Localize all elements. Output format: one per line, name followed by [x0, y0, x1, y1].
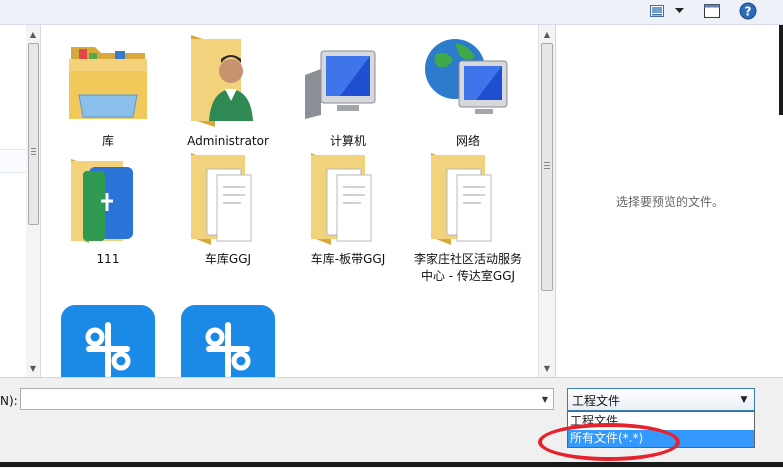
computer-icon: [289, 29, 407, 137]
window-bottom-edge: [0, 462, 783, 467]
file-item-111[interactable]: 111: [49, 147, 167, 277]
help-icon[interactable]: ?: [738, 2, 758, 20]
file-item-garage-ggj[interactable]: 车库GGJ: [169, 147, 287, 277]
chevron-down-icon[interactable]: ▼: [737, 392, 751, 407]
document-folder-icon: [409, 147, 527, 255]
scroll-thumb[interactable]: [28, 43, 39, 225]
file-item-app-shortcut[interactable]: [49, 301, 167, 377]
preview-pane-toggle-icon[interactable]: [703, 2, 721, 20]
nav-scrollbar[interactable]: ▲ ▼: [26, 25, 41, 377]
file-item-label: 李家庄社区活动服务中心 - 传达室GGJ: [413, 252, 522, 283]
file-item-label: 111: [96, 252, 120, 266]
file-list-view[interactable]: 库 Administrator 计算机 网络 111 车库GGJ 车库-板带GG…: [41, 25, 538, 377]
file-item-label: 车库-板带GGJ: [310, 252, 386, 266]
scroll-down-arrow-icon[interactable]: ▼: [26, 361, 40, 375]
document-folder-icon: [169, 147, 287, 255]
filename-input[interactable]: ▼: [20, 388, 554, 410]
filename-label: N):: [0, 394, 18, 408]
library-folder-icon: [49, 29, 167, 137]
filename-history-chevron-icon[interactable]: ▼: [537, 389, 553, 409]
file-item-network[interactable]: 网络: [409, 29, 527, 159]
document-folder-icon: [289, 147, 407, 255]
navigation-pane[interactable]: [0, 25, 27, 377]
file-item-label: 车库GGJ: [204, 252, 252, 266]
file-item-lijiazhuang-ggj[interactable]: 李家庄社区活动服务中心 - 传达室GGJ: [409, 147, 527, 307]
preview-pane: 选择要预览的文件。: [555, 25, 783, 377]
window-edge: [779, 25, 783, 115]
filetype-select[interactable]: 工程文件 ▼: [567, 388, 755, 411]
file-item-administrator[interactable]: Administrator: [169, 29, 287, 159]
view-dropdown-chevron-icon[interactable]: [672, 2, 686, 20]
annotation-highlight-ellipse: [538, 423, 680, 461]
scroll-thumb[interactable]: [541, 43, 553, 291]
app-folder-icon: [49, 147, 167, 255]
nav-item[interactable]: [0, 149, 26, 173]
toolbar: ?: [0, 0, 783, 25]
file-item-garage-slab-ggj[interactable]: 车库-板带GGJ: [289, 147, 407, 277]
filetype-selected-value: 工程文件: [572, 394, 621, 408]
view-options-icon[interactable]: [648, 2, 666, 20]
file-list-scrollbar[interactable]: ▲ ▼: [538, 25, 555, 377]
scroll-up-arrow-icon[interactable]: ▲: [26, 27, 40, 41]
app-shortcut-icon: [169, 301, 287, 377]
network-globe-icon: [409, 29, 527, 137]
preview-message: 选择要预览的文件。: [615, 195, 724, 209]
app-shortcut-icon: [49, 301, 167, 377]
file-item-app-shortcut[interactable]: [169, 301, 287, 377]
file-item-library[interactable]: 库: [49, 29, 167, 159]
scroll-up-arrow-icon[interactable]: ▲: [540, 27, 554, 41]
scroll-down-arrow-icon[interactable]: ▼: [540, 361, 554, 375]
file-item-computer[interactable]: 计算机: [289, 29, 407, 159]
user-folder-icon: [169, 29, 287, 137]
svg-text:?: ?: [745, 5, 752, 19]
